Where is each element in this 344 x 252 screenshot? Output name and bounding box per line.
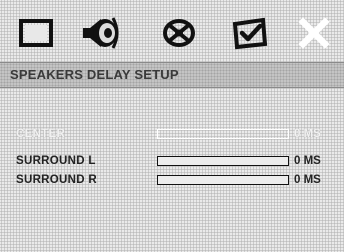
close-icon: [298, 17, 330, 49]
setting-label: SURROUND L: [16, 155, 96, 167]
setting-label: SURROUND R: [16, 174, 97, 186]
checkmark-icon: [232, 17, 268, 50]
delay-slider[interactable]: [157, 156, 289, 166]
delay-slider[interactable]: [157, 129, 289, 139]
section-header: SPEAKERS DELAY SETUP: [0, 62, 344, 88]
setting-row-surround-l[interactable]: SURROUND L 0 MS: [0, 152, 344, 172]
setting-value: 0 MS: [294, 174, 321, 186]
setting-row-surround-r[interactable]: SURROUND R 0 MS: [0, 171, 344, 191]
tab-exit[interactable]: [292, 14, 336, 52]
tab-preferences[interactable]: [157, 14, 201, 52]
tv-screen-icon: [19, 19, 53, 47]
setting-label: CENTER: [16, 128, 66, 140]
tab-display[interactable]: [14, 14, 58, 52]
speaker-icon: [83, 17, 119, 49]
osd-screen: SPEAKERS DELAY SETUP CENTER 0 MS SURROUN…: [0, 0, 344, 252]
tab-setup-confirm[interactable]: [228, 14, 272, 52]
delay-slider[interactable]: [157, 175, 289, 185]
setting-row-center[interactable]: CENTER 0 MS: [0, 125, 344, 145]
tab-audio[interactable]: [79, 14, 123, 52]
page-title: SPEAKERS DELAY SETUP: [10, 67, 179, 82]
setting-value: 0 MS: [294, 128, 321, 140]
menu-icon-bar: [0, 0, 344, 62]
film-reel-icon: [163, 19, 195, 47]
setting-value: 0 MS: [294, 155, 321, 167]
